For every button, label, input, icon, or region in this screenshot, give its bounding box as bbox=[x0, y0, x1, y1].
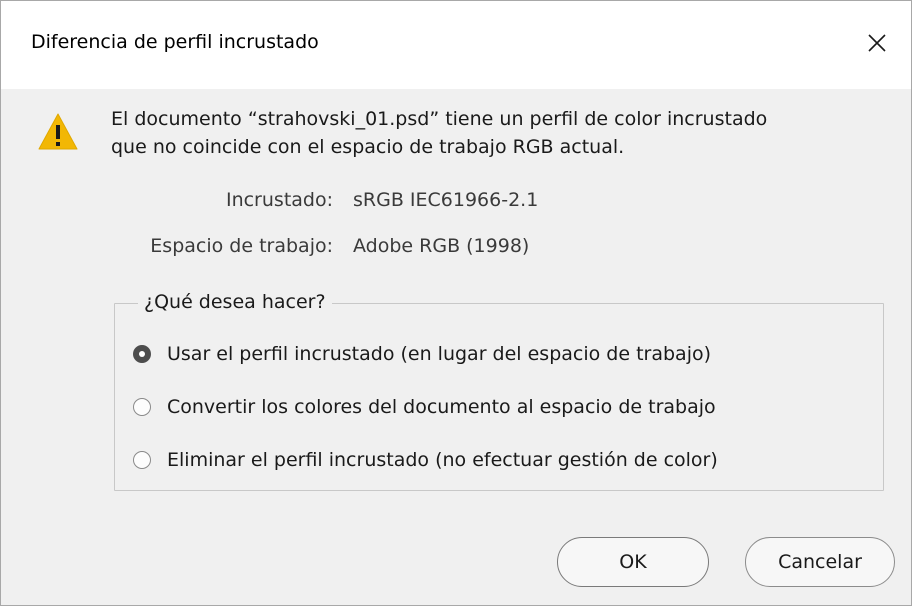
dialog-title: Diferencia de perfil incrustado bbox=[31, 31, 319, 53]
warning-icon bbox=[38, 113, 78, 150]
workspace-label: Espacio de trabajo: bbox=[150, 235, 333, 257]
message-line-2: que no coincide con el espacio de trabaj… bbox=[111, 136, 625, 158]
profile-mismatch-dialog: Diferencia de perfil incrustado El docum… bbox=[0, 0, 912, 606]
ok-button[interactable]: OK bbox=[557, 537, 709, 587]
title-bar: Diferencia de perfil incrustado bbox=[1, 1, 911, 89]
workspace-profile-row: Espacio de trabajo: Adobe RGB (1998) bbox=[1, 235, 912, 263]
close-icon bbox=[868, 34, 886, 52]
option-label: Usar el perfil incrustado (en lugar del … bbox=[167, 343, 712, 365]
radio-convert[interactable] bbox=[133, 398, 151, 416]
mismatch-message: El documento “strahovski_01.psd” tiene u… bbox=[111, 105, 767, 161]
option-label: Convertir los colores del documento al e… bbox=[167, 396, 716, 418]
embedded-label: Incrustado: bbox=[225, 189, 333, 211]
embedded-value: sRGB IEC61966-2.1 bbox=[353, 189, 539, 211]
close-button[interactable] bbox=[857, 23, 897, 63]
message-line-1: El documento “strahovski_01.psd” tiene u… bbox=[111, 108, 768, 130]
cancel-button[interactable]: Cancelar bbox=[745, 537, 895, 587]
option-label: Eliminar el perfil incrustado (no efectu… bbox=[167, 449, 718, 471]
embedded-profile-row: Incrustado: sRGB IEC61966-2.1 bbox=[1, 189, 912, 217]
option-use-embedded[interactable]: Usar el perfil incrustado (en lugar del … bbox=[133, 338, 711, 370]
options-legend: ¿Qué desea hacer? bbox=[138, 291, 332, 313]
radio-use-embedded[interactable] bbox=[133, 345, 151, 363]
workspace-value: Adobe RGB (1998) bbox=[353, 235, 530, 257]
radio-discard[interactable] bbox=[133, 451, 151, 469]
option-convert[interactable]: Convertir los colores del documento al e… bbox=[133, 391, 716, 423]
option-discard[interactable]: Eliminar el perfil incrustado (no efectu… bbox=[133, 444, 718, 476]
